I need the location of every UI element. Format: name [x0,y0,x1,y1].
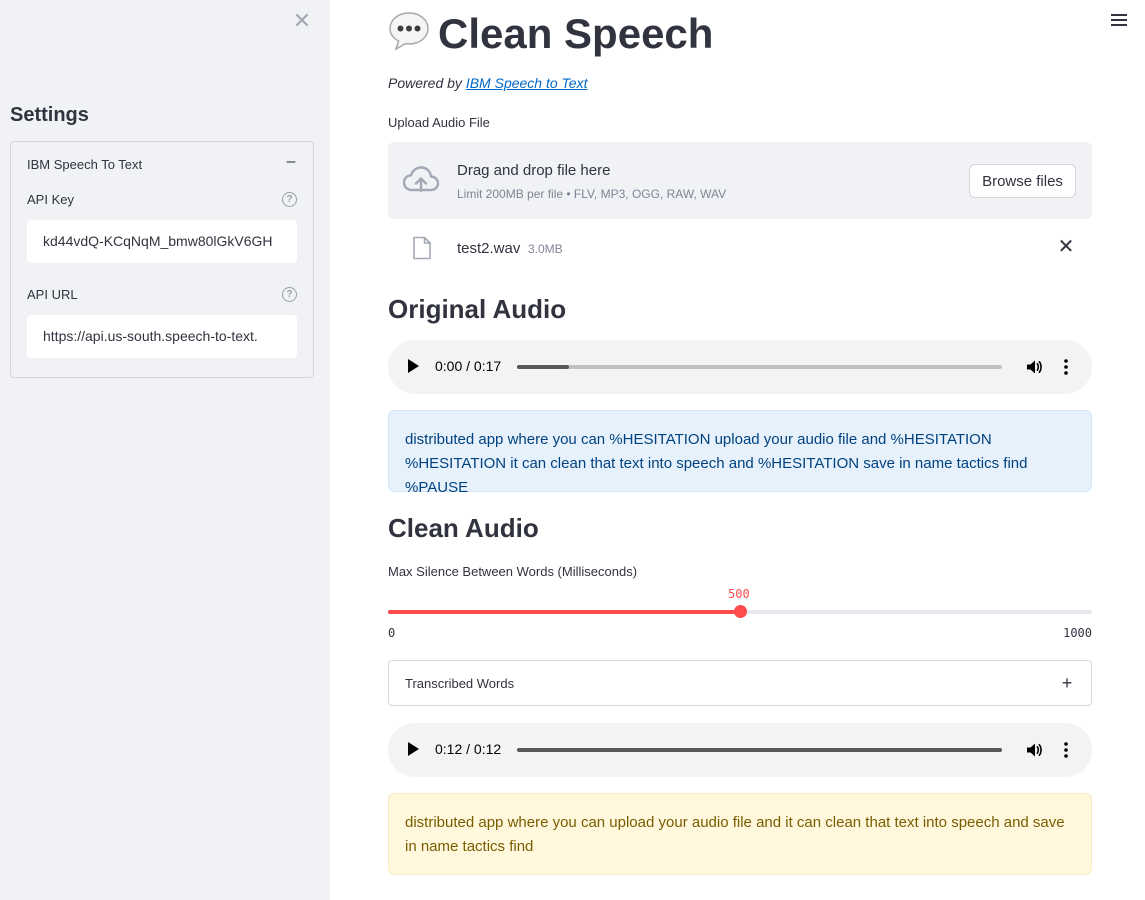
clean-audio-player[interactable]: 0:12 / 0:12 [388,723,1092,777]
powered-prefix: Powered by [388,75,466,91]
ibm-link[interactable]: IBM Speech to Text [466,75,588,91]
page-title: Clean Speech [388,10,713,58]
close-sidebar-icon[interactable]: ✕ [291,10,313,32]
transcribed-words-expander[interactable]: Transcribed Words + [388,660,1092,706]
expand-icon[interactable]: + [1057,674,1077,694]
sidebar: ✕ Settings IBM Speech To Text – API Key … [0,0,330,900]
slider-thumb[interactable] [734,605,747,618]
slider-fill [388,610,740,614]
remove-file-icon[interactable]: ✕ [1056,237,1076,257]
powered-by-caption: Powered by IBM Speech to Text [388,75,588,91]
speech-bubble-icon [389,12,429,51]
file-size: 3.0MB [528,242,563,256]
uploaded-file-row: test2.wav 3.0MB ✕ [388,230,1092,266]
title-text: Clean Speech [438,10,714,57]
clean-transcript: distributed app where you can upload you… [388,793,1092,875]
drop-title: Drag and drop file here [457,162,611,179]
more-options-icon[interactable] [1063,358,1069,376]
drop-limits: Limit 200MB per file • FLV, MP3, OGG, RA… [457,187,727,201]
help-icon[interactable]: ? [282,192,297,207]
api-url-input[interactable]: https://api.us-south.speech-to-text. [27,315,297,358]
volume-icon[interactable] [1025,358,1043,376]
cloud-upload-icon [402,166,440,193]
api-url-label: API URL [27,287,78,302]
slider-value: 500 [728,587,750,601]
file-dropzone[interactable]: Drag and drop file here Limit 200MB per … [388,142,1092,219]
audio-progress [517,365,569,369]
original-audio-player[interactable]: 0:00 / 0:17 [388,340,1092,394]
api-key-label: API Key [27,192,74,207]
slider-label: Max Silence Between Words (Milliseconds) [388,564,638,579]
collapse-icon[interactable]: – [281,152,301,172]
sidebar-title: Settings [10,104,89,126]
play-icon[interactable] [408,359,419,373]
play-icon[interactable] [408,742,419,756]
clean-audio-header: Clean Audio [388,513,539,543]
browse-files-button[interactable]: Browse files [969,164,1076,198]
original-audio-header: Original Audio [388,294,567,324]
main-menu-icon[interactable] [1111,14,1127,28]
file-name: test2.wav [457,240,521,257]
audio-progress [517,748,1002,752]
file-icon [413,236,431,260]
ibm-settings-expander: IBM Speech To Text – API Key ? kd44vdQ-K… [10,141,314,378]
upload-label: Upload Audio File [388,115,490,130]
slider-min: 0 [388,626,396,640]
transcribed-words-label: Transcribed Words [405,676,515,691]
more-options-icon[interactable] [1063,741,1069,759]
original-transcript: distributed app where you can %HESITATIO… [388,410,1092,496]
audio-seek-bar[interactable] [517,365,1002,369]
audio-time: 0:12 / 0:12 [435,741,502,757]
slider-max: 1000 [1063,626,1092,640]
max-silence-slider[interactable] [388,605,1092,618]
audio-seek-bar[interactable] [517,748,1002,752]
help-icon[interactable]: ? [282,287,297,302]
expander-label[interactable]: IBM Speech To Text [27,157,142,172]
audio-time: 0:00 / 0:17 [435,358,502,374]
api-key-input[interactable]: kd44vdQ-KCqNqM_bmw80lGkV6GH [27,220,297,263]
volume-icon[interactable] [1025,741,1043,759]
